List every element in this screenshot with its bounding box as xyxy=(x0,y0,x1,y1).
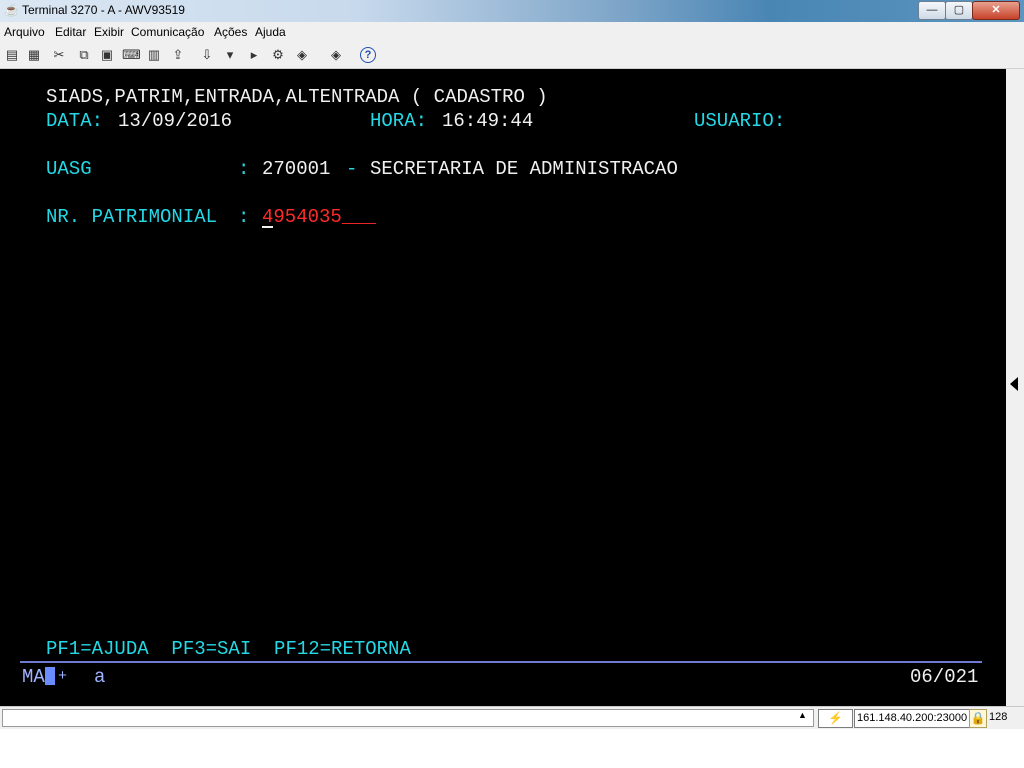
desktop-area xyxy=(0,729,1024,768)
script-run-icon[interactable]: ◈ xyxy=(328,47,344,63)
toolbar: ▤ ▦ ✂ ⧉ ▣ ⌨ ▥ ⇪ ⇩ ▾ ▸ ⚙ ◈ ◈ ? xyxy=(0,42,1024,69)
menu-arquivo[interactable]: Arquivo xyxy=(4,25,45,39)
patrimonial-label: NR. PATRIMONIAL xyxy=(46,206,218,228)
menu-exibir[interactable]: Exibir xyxy=(94,25,124,39)
macro-record-icon[interactable]: ▾ xyxy=(222,47,238,63)
macro-play-icon[interactable]: ▸ xyxy=(246,47,262,63)
terminal-screen[interactable]: SIADS,PATRIM,ENTRADA,ALTENTRADA ( CADAST… xyxy=(0,69,1006,706)
send-file-icon[interactable]: ⇪ xyxy=(170,47,186,63)
patrimonial-colon: : xyxy=(238,206,250,228)
menu-editar[interactable]: Editar xyxy=(55,25,86,39)
date-label: DATA: xyxy=(46,110,104,132)
close-button[interactable]: ✕ xyxy=(972,1,1020,20)
uasg-code: 270001 xyxy=(262,158,331,180)
time-value: 16:49:44 xyxy=(442,110,534,132)
collapse-arrow-icon[interactable] xyxy=(1010,377,1018,391)
side-panel-toggle[interactable] xyxy=(1006,69,1024,706)
paste-icon[interactable]: ▣ xyxy=(99,47,115,63)
print-icon[interactable]: ▦ xyxy=(26,47,42,63)
oia-indicator: + xyxy=(58,668,68,685)
menu-bar: Arquivo Editar Exibir Comunicação Ações … xyxy=(0,22,1024,42)
maximize-button[interactable]: ▢ xyxy=(945,1,973,20)
scroll-up-icon[interactable]: ▲ xyxy=(798,710,807,720)
minimize-button[interactable]: — xyxy=(918,1,946,20)
text-cursor xyxy=(262,226,273,228)
menu-acoes[interactable]: Ações xyxy=(214,25,247,39)
receive-file-icon[interactable]: ⇩ xyxy=(199,47,215,63)
print-screen-icon[interactable]: ▤ xyxy=(4,47,20,63)
time-label: HORA: xyxy=(370,110,428,132)
status-message-field xyxy=(2,709,814,727)
user-label: USUARIO: xyxy=(694,110,786,132)
window-title: Terminal 3270 - A - AWV93519 xyxy=(22,3,185,17)
help-icon[interactable]: ? xyxy=(360,47,376,63)
uasg-separator: - xyxy=(346,158,358,180)
copy-icon[interactable]: ⧉ xyxy=(76,47,92,63)
uasg-name: SECRETARIA DE ADMINISTRACAO xyxy=(370,158,678,180)
oia-input-mode: a xyxy=(94,666,106,688)
keyboard-map-icon[interactable]: ⌨ xyxy=(122,47,141,63)
java-cup-icon: ☕ xyxy=(4,3,19,17)
oia-separator xyxy=(20,661,982,663)
host-address: 161.148.40.200:23000 xyxy=(854,709,971,728)
screen-header: SIADS,PATRIM,ENTRADA,ALTENTRADA ( CADAST… xyxy=(46,86,548,108)
function-keys-line: PF1=AJUDA PF3=SAI PF12=RETORNA xyxy=(46,638,411,660)
title-bar: ☕ Terminal 3270 - A - AWV93519 — ▢ ✕ xyxy=(0,0,1024,22)
oia-mode: MA xyxy=(22,665,55,689)
encryption-key-size: 128 xyxy=(989,711,1008,723)
lock-icon: 🔒 xyxy=(969,709,987,728)
patrimonial-input[interactable]: 4954035___ xyxy=(262,205,376,229)
uasg-colon: : xyxy=(238,158,250,180)
cursor-position: 06/021 xyxy=(910,666,979,688)
status-bar: ▲ ⚡ 161.148.40.200:23000 🔒 128 xyxy=(0,706,1024,729)
date-value: 13/09/2016 xyxy=(118,110,233,132)
settings-icon[interactable]: ⚙ xyxy=(270,47,286,63)
uasg-label: UASG xyxy=(46,158,92,180)
cut-icon[interactable]: ✂ xyxy=(51,47,67,63)
script-icon[interactable]: ◈ xyxy=(294,47,310,63)
oia-mode-text: MA xyxy=(22,666,45,688)
grid-icon[interactable]: ▥ xyxy=(146,47,162,63)
menu-ajuda[interactable]: Ajuda xyxy=(255,25,286,39)
oia-cursor-block xyxy=(44,667,55,685)
connection-icon: ⚡ xyxy=(818,709,853,728)
menu-comunicacao[interactable]: Comunicação xyxy=(131,25,204,39)
